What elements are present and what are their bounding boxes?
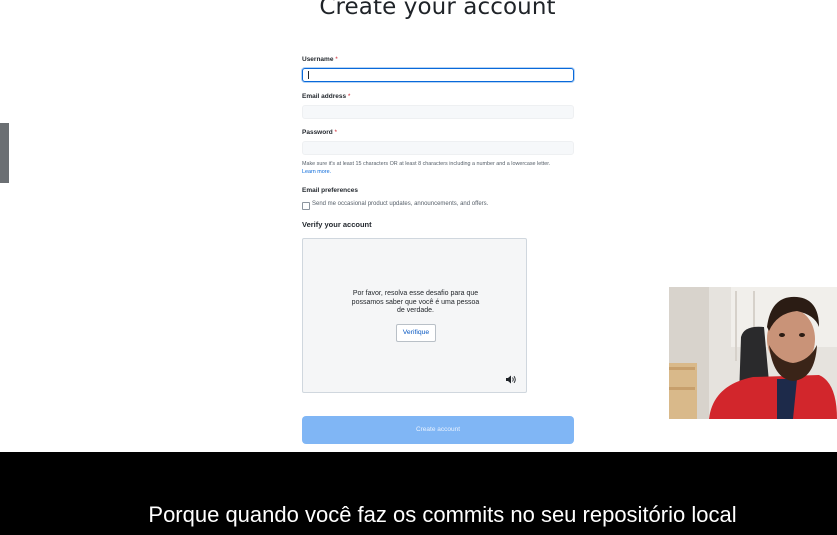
create-account-button[interactable]: Create account bbox=[302, 416, 574, 444]
email-preferences-title: Email preferences bbox=[302, 187, 359, 194]
page-title: Create your account bbox=[319, 0, 556, 20]
email-preferences-label[interactable]: Send me occasional product updates, anno… bbox=[312, 201, 488, 207]
required-mark: * bbox=[334, 129, 338, 136]
captcha-frame: Por favor, resolva esse desafio para que… bbox=[302, 238, 527, 393]
password-hint: Make sure it's at least 15 characters OR… bbox=[302, 161, 582, 177]
password-label: Password * bbox=[302, 129, 337, 136]
username-input[interactable] bbox=[302, 68, 574, 82]
captcha-verify-button[interactable]: Verifique bbox=[396, 324, 436, 342]
captcha-line: possamos saber que você é uma pessoa bbox=[351, 298, 480, 306]
verify-account-title: Verify your account bbox=[302, 220, 372, 229]
email-label-text: Email address bbox=[302, 93, 347, 100]
username-label-text: Username bbox=[302, 56, 334, 63]
password-hint-text: Make sure it's at least 15 characters OR… bbox=[302, 161, 551, 167]
password-label-text: Password bbox=[302, 129, 333, 136]
subtitle-bar: Porque quando você faz os commits no seu… bbox=[0, 452, 837, 535]
webcam-overlay bbox=[669, 287, 837, 419]
learn-more-link[interactable]: Learn more. bbox=[302, 169, 331, 175]
required-mark: * bbox=[335, 56, 338, 63]
email-label: Email address * bbox=[302, 93, 350, 100]
text-caret bbox=[308, 71, 309, 79]
side-panel-handle[interactable] bbox=[0, 123, 9, 183]
speaker-icon[interactable] bbox=[506, 375, 517, 384]
required-mark: * bbox=[347, 93, 351, 100]
presenter-image bbox=[669, 287, 837, 419]
caption-text: Porque quando você faz os commits no seu… bbox=[148, 502, 737, 527]
captcha-instructions: Por favor, resolva esse desafio para que… bbox=[303, 290, 528, 316]
email-preferences-checkbox[interactable] bbox=[302, 202, 310, 210]
captcha-line: Por favor, resolva esse desafio para que bbox=[352, 290, 479, 297]
email-input[interactable] bbox=[302, 105, 574, 119]
username-label: Username * bbox=[302, 56, 338, 63]
captcha-line: de verdade. bbox=[397, 307, 434, 314]
password-input[interactable] bbox=[302, 141, 574, 155]
